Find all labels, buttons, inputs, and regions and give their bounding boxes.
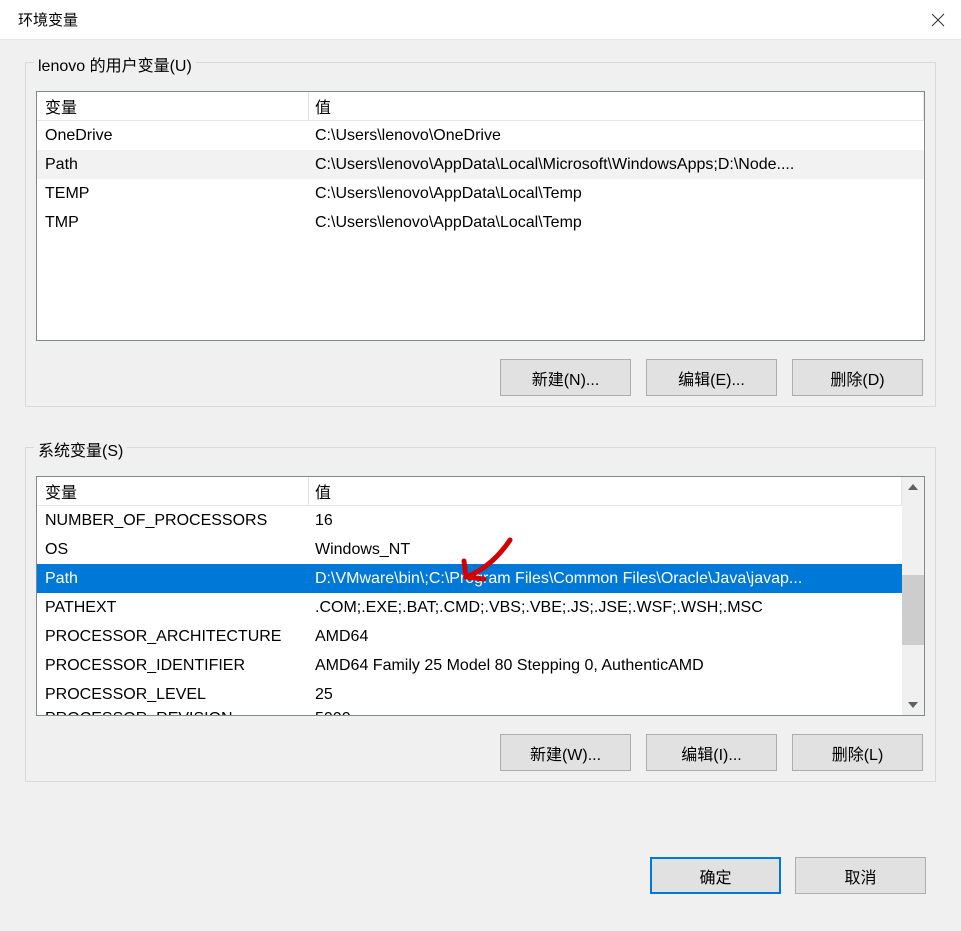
col-val-header[interactable]: 值 <box>309 92 924 121</box>
scroll-down-icon[interactable] <box>902 695 924 715</box>
system-vars-label: 系统变量(S) <box>34 437 127 461</box>
table-row[interactable]: PROCESSOR_ARCHITECTURE AMD64 <box>37 622 902 651</box>
user-edit-button[interactable]: 编辑(E)... <box>646 359 777 396</box>
table-row[interactable]: Path C:\Users\lenovo\AppData\Local\Micro… <box>37 150 924 179</box>
user-vars-header: 变量 值 <box>37 92 924 121</box>
scrollbar-track[interactable] <box>902 497 924 695</box>
table-row[interactable]: PATHEXT .COM;.EXE;.BAT;.CMD;.VBS;.VBE;.J… <box>37 593 902 622</box>
system-delete-button[interactable]: 删除(L) <box>792 734 923 771</box>
system-vars-header: 变量 值 <box>37 477 902 506</box>
user-vars-group: lenovo 的用户变量(U) 变量 值 OneDrive C:\Users\l… <box>25 62 936 407</box>
table-row[interactable]: TMP C:\Users\lenovo\AppData\Local\Temp <box>37 208 924 237</box>
titlebar: 环境变量 <box>0 0 961 40</box>
table-row-selected[interactable]: Path D:\VMware\bin\;C:\Program Files\Com… <box>37 564 902 593</box>
table-row[interactable]: OS Windows_NT <box>37 535 902 564</box>
table-row[interactable]: PROCESSOR_REVISION 5000 <box>37 709 902 715</box>
user-vars-label: lenovo 的用户变量(U) <box>34 52 196 76</box>
system-vars-group: 系统变量(S) 变量 值 NUMBER_OF_PROCESSORS 16 OS … <box>25 447 936 782</box>
close-icon <box>931 13 945 27</box>
system-edit-button[interactable]: 编辑(I)... <box>646 734 777 771</box>
table-row[interactable]: PROCESSOR_IDENTIFIER AMD64 Family 25 Mod… <box>37 651 902 680</box>
col-val-header[interactable]: 值 <box>309 477 902 506</box>
user-new-button[interactable]: 新建(N)... <box>500 359 631 396</box>
user-vars-list[interactable]: 变量 值 OneDrive C:\Users\lenovo\OneDrive P… <box>36 91 925 341</box>
scroll-up-icon[interactable] <box>902 477 924 497</box>
system-vars-list[interactable]: 变量 值 NUMBER_OF_PROCESSORS 16 OS Windows_… <box>36 476 925 716</box>
table-row[interactable]: OneDrive C:\Users\lenovo\OneDrive <box>37 121 924 150</box>
scrollbar-thumb[interactable] <box>902 575 924 645</box>
dialog-footer: 确定 取消 <box>25 822 936 894</box>
dialog-body: lenovo 的用户变量(U) 变量 值 OneDrive C:\Users\l… <box>0 40 961 931</box>
table-row[interactable]: TEMP C:\Users\lenovo\AppData\Local\Temp <box>37 179 924 208</box>
system-vars-buttons: 新建(W)... 编辑(I)... 删除(L) <box>36 734 925 771</box>
cancel-button[interactable]: 取消 <box>795 857 926 894</box>
window-title: 环境变量 <box>0 9 915 30</box>
col-var-header[interactable]: 变量 <box>37 92 309 121</box>
system-new-button[interactable]: 新建(W)... <box>500 734 631 771</box>
user-vars-buttons: 新建(N)... 编辑(E)... 删除(D) <box>36 359 925 396</box>
close-button[interactable] <box>915 0 961 40</box>
ok-button[interactable]: 确定 <box>650 857 781 894</box>
scrollbar[interactable] <box>902 477 924 715</box>
table-row[interactable]: NUMBER_OF_PROCESSORS 16 <box>37 506 902 535</box>
table-row[interactable]: PROCESSOR_LEVEL 25 <box>37 680 902 709</box>
user-delete-button[interactable]: 删除(D) <box>792 359 923 396</box>
col-var-header[interactable]: 变量 <box>37 477 309 506</box>
